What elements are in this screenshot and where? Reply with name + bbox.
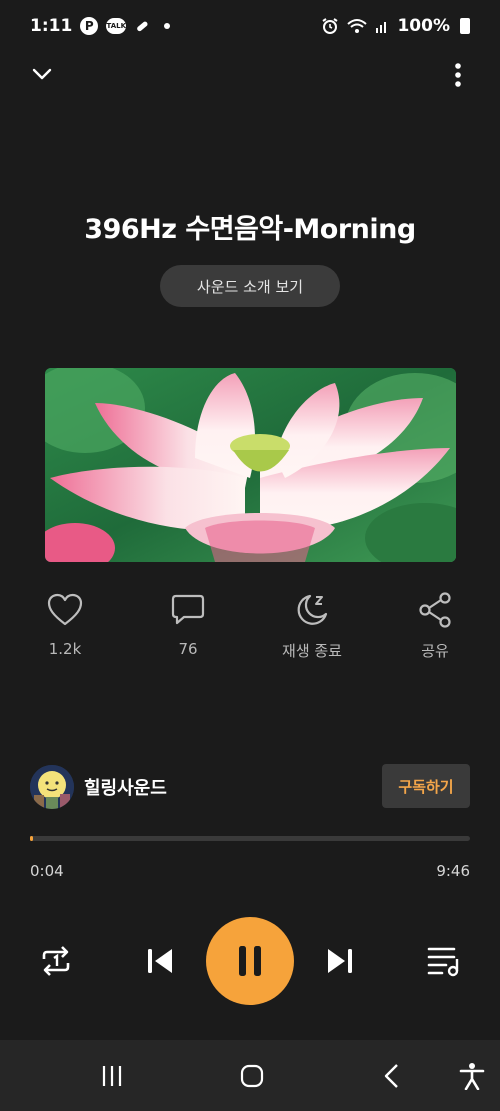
comment-icon [171,590,205,630]
status-time: 1:11 [30,16,73,36]
recent-apps-icon [102,1066,122,1086]
accessibility-button[interactable] [456,1060,488,1092]
pill-icon [134,18,150,34]
alarm-icon [321,17,339,35]
like-count: 1.2k [48,640,82,658]
player-top-bar [0,60,500,90]
more-vertical-icon [455,63,461,87]
playlist-icon [427,947,459,977]
sleep-timer-label: 재생 종료 [282,642,342,660]
recent-apps-button[interactable] [96,1060,128,1092]
battery-icon [460,18,470,34]
track-title: 396Hz 수면음악-Morning [84,214,416,245]
channel-row: 힐링사운드 구독하기 [30,762,470,810]
home-icon [240,1064,264,1088]
channel-avatar[interactable] [30,765,74,809]
notification-dot-icon [164,23,171,29]
more-options-button[interactable] [446,60,470,90]
track-actions: 1.2k 76 재생 종료 공유 [0,590,500,670]
repeat-button[interactable] [34,941,78,981]
playlist-button[interactable] [422,941,466,981]
album-artwork [45,368,456,562]
progress-bar[interactable] [30,836,470,841]
repeat-one-icon [42,946,70,976]
progress-fill [30,836,34,841]
channel-name[interactable]: 힐링사운드 [84,774,167,800]
comment-count: 76 [178,640,198,658]
signal-icon [375,19,389,33]
sleep-timer-button[interactable]: 재생 종료 [262,590,362,661]
previous-button[interactable] [140,941,180,981]
skip-next-icon [328,949,352,973]
comment-button[interactable]: 76 [138,590,238,658]
total-time: 9:46 [436,862,470,880]
accessibility-icon [459,1063,485,1090]
heart-icon [47,590,83,630]
chevron-down-icon [32,68,52,80]
status-bar: 1:11 P TALK 100% [0,0,500,52]
back-button[interactable] [376,1060,408,1092]
next-button[interactable] [320,941,360,981]
battery-percent: 100% [397,16,450,36]
share-button[interactable]: 공유 [385,590,485,661]
wifi-icon [347,18,368,34]
collapse-button[interactable] [28,60,56,88]
share-label: 공유 [421,642,449,660]
moon-icon [294,590,330,630]
pause-icon [239,946,261,976]
skip-previous-icon [148,949,172,973]
parking-app-icon: P [80,17,99,35]
subscribe-button[interactable]: 구독하기 [382,764,470,808]
system-nav-bar [0,1040,500,1111]
home-button[interactable] [236,1060,268,1092]
kakaotalk-icon: TALK [106,18,127,34]
pause-button[interactable] [206,917,294,1005]
back-icon [384,1064,398,1088]
current-time: 0:04 [30,862,64,880]
sound-intro-button[interactable]: 사운드 소개 보기 [160,265,340,307]
share-icon [418,590,452,630]
like-button[interactable]: 1.2k [15,590,115,658]
playback-controls [0,915,500,1007]
